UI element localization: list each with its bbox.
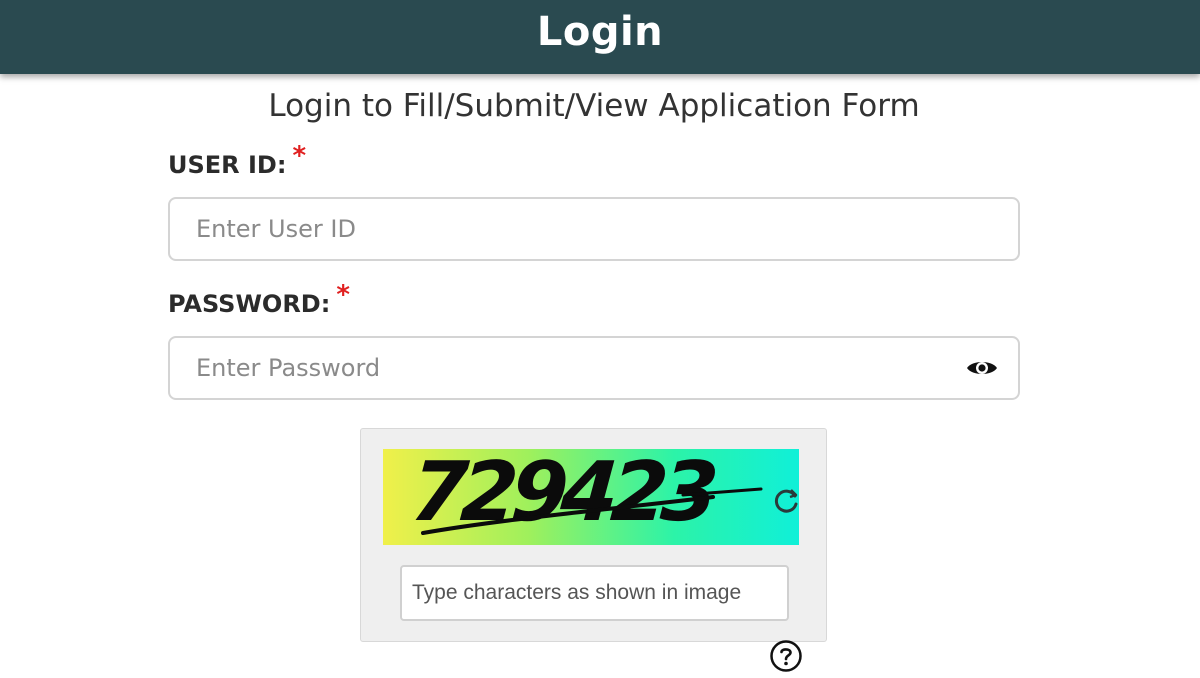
form-subtitle: Login to Fill/Submit/View Application Fo…: [268, 88, 920, 124]
user-id-label: USER ID:: [168, 151, 287, 179]
password-input[interactable]: [168, 336, 1020, 400]
page-header: Login: [0, 0, 1200, 74]
captcha-refresh-button[interactable]: [770, 484, 802, 516]
user-id-input[interactable]: [168, 197, 1020, 261]
password-label: PASSWORD:: [168, 290, 331, 318]
show-password-toggle[interactable]: [964, 352, 1000, 384]
captcha-help-button[interactable]: [769, 639, 803, 673]
password-label-row: PASSWORD: *: [168, 280, 350, 319]
required-marker: *: [336, 280, 350, 310]
captcha-noise-lines: [421, 487, 763, 535]
page-title: Login: [536, 9, 664, 55]
refresh-icon: [774, 489, 798, 513]
eye-icon: [967, 362, 997, 374]
question-circle-icon: [770, 640, 802, 672]
required-marker: *: [292, 141, 307, 171]
user-id-label-row: USER ID: *: [168, 141, 306, 180]
captcha-image: 729423: [383, 449, 799, 545]
captcha-input[interactable]: [400, 565, 789, 621]
